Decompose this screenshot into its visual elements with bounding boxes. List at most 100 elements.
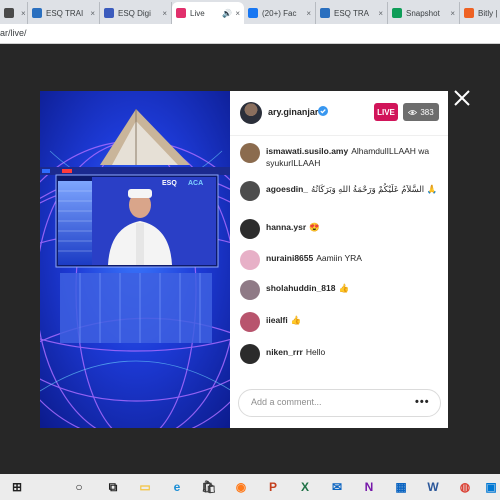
live-video-frame [40, 91, 232, 428]
live-header: ary.ginanjar LIVE 383 [230, 91, 448, 136]
browser-tab[interactable]: Snapshot × [388, 2, 460, 24]
tab-favicon-icon [320, 8, 330, 18]
eye-icon [408, 109, 418, 115]
tab-close-icon[interactable]: × [21, 9, 26, 18]
comment-text: السَّلاَمُ عَلَيْكُمْ وَرَحْمَةُ اللهِ و… [311, 184, 438, 194]
comment-username[interactable]: sholahuddin_818 [266, 283, 335, 293]
close-icon[interactable] [452, 88, 472, 108]
chrome-icon[interactable]: ◍ [456, 478, 474, 496]
comment-avatar[interactable] [240, 280, 260, 300]
firefox-icon-glyph: ◉ [235, 480, 247, 494]
tab-audio-icon[interactable]: 🔊 [222, 9, 232, 18]
tab-close-icon[interactable]: × [235, 9, 240, 18]
comment-avatar[interactable] [240, 143, 260, 163]
comment-avatar[interactable] [240, 219, 260, 239]
tab-close-icon[interactable]: × [162, 9, 167, 18]
browser-tab-strip: × ESQ TRAI × ESQ Digi × Live 🔊 × (20+) Fac × ESQ T… [0, 0, 500, 24]
more-options-button[interactable]: ••• [415, 396, 430, 408]
browser-tab[interactable]: × [0, 2, 28, 24]
comment-avatar[interactable] [240, 344, 260, 364]
host-username[interactable]: ary.ginanjar [268, 107, 318, 117]
comment-avatar[interactable] [240, 181, 260, 201]
onenote-icon[interactable]: N [360, 478, 378, 496]
comment-username[interactable]: agoesdin_ [266, 184, 308, 194]
browser-tab[interactable]: ESQ Digi × [100, 2, 172, 24]
comment-body: niken_rrr Hello [266, 346, 442, 358]
address-bar[interactable]: ar/live/ [0, 24, 500, 44]
comment-body: sholahuddin_818 👍 [266, 282, 442, 294]
tab-title: ESQ Digi [118, 8, 151, 18]
comment-text: 👍 [290, 315, 302, 325]
task-view-icon-glyph: ⧉ [108, 479, 118, 494]
live-badge: LIVE [374, 103, 398, 121]
task-view-icon[interactable]: ⧉ [104, 478, 122, 496]
tab-close-icon[interactable]: × [306, 9, 311, 18]
start-icon[interactable]: ⊞ [8, 478, 26, 496]
comment-text: 😍 [309, 222, 320, 232]
browser-tab[interactable]: Bitly | Lin× [460, 2, 500, 24]
windows-taskbar: ⊞ ○ ⧉ ▭ e 🛍 ◉ P X ✉ N ▦ W ◍ ▣ [0, 474, 500, 500]
calendar-icon-glyph: ▦ [395, 480, 407, 494]
comment-username[interactable]: iiealfi [266, 315, 288, 325]
screen-logo-aca: ACA [188, 180, 204, 187]
file-explorer-icon-glyph: ▭ [139, 480, 151, 494]
verified-badge-icon [318, 106, 328, 116]
store-icon[interactable]: 🛍 [200, 478, 218, 496]
live-comments-panel: ary.ginanjar LIVE 383 ismawati.susilo.am… [230, 91, 448, 428]
tab-favicon-icon [4, 8, 14, 18]
browser-tab[interactable]: ESQ TRA × [316, 2, 388, 24]
browser-tab[interactable]: Live 🔊 × [172, 2, 244, 24]
onenote-icon-glyph: N [364, 480, 374, 494]
powerpoint-icon[interactable]: P [264, 478, 282, 496]
comment-username[interactable]: nuraini8655 [266, 253, 313, 263]
excel-icon[interactable]: X [296, 478, 314, 496]
comment-body: iiealfi 👍 [266, 314, 442, 326]
edge-icon[interactable]: e [168, 478, 186, 496]
mail-icon[interactable]: ✉ [328, 478, 346, 496]
comment-body: nuraini8655 Aamiin YRA [266, 252, 442, 264]
screen-logo-esq: ESQ [162, 180, 177, 187]
comment-username[interactable]: ismawati.susilo.amy [266, 146, 348, 156]
firefox-icon[interactable]: ◉ [232, 478, 250, 496]
start-icon-glyph: ⊞ [11, 480, 23, 494]
word-icon-glyph: W [427, 480, 439, 494]
host-avatar[interactable] [240, 102, 262, 124]
tab-favicon-icon [392, 8, 402, 18]
comment-avatar[interactable] [240, 312, 260, 332]
tab-title: Snapshot [406, 8, 440, 18]
excel-icon-glyph: X [300, 480, 309, 494]
file-explorer-icon[interactable]: ▭ [136, 478, 154, 496]
comment-input[interactable] [251, 397, 401, 407]
comment-box[interactable]: ••• [238, 389, 441, 417]
comment-text: Hello [305, 347, 326, 357]
photos-icon[interactable]: ▣ [482, 478, 500, 496]
browser-tab[interactable]: ESQ TRAI × [28, 2, 100, 24]
url-text[interactable]: ar/live/ [0, 28, 27, 38]
comment-username[interactable]: niken_rrr [266, 347, 303, 357]
powerpoint-icon-glyph: P [268, 480, 277, 494]
calendar-icon[interactable]: ▦ [392, 478, 410, 496]
tab-favicon-icon [176, 8, 186, 18]
comment-body: hanna.ysr 😍 [266, 221, 442, 233]
tab-favicon-icon [248, 8, 258, 18]
tab-title: Live [190, 8, 205, 18]
browser-tab[interactable]: (20+) Fac × [244, 2, 316, 24]
comment-body: agoesdin_ السَّلاَمُ عَلَيْكُمْ وَرَحْمَة… [266, 183, 442, 195]
comment-username[interactable]: hanna.ysr [266, 222, 306, 232]
comment-body: ismawati.susilo.amy AlhamdulILLAAH wa syu… [266, 145, 442, 169]
mail-icon-glyph: ✉ [331, 480, 343, 494]
edge-icon-glyph: e [173, 480, 181, 494]
comment-avatar[interactable] [240, 250, 260, 270]
viewer-count: 383 [403, 103, 439, 121]
search-icon[interactable]: ○ [70, 478, 88, 496]
word-icon[interactable]: W [424, 478, 442, 496]
tab-title: ESQ TRA [334, 8, 369, 18]
tab-close-icon[interactable]: × [90, 9, 95, 18]
chrome-icon-glyph: ◍ [459, 480, 471, 494]
store-icon-glyph: 🛍 [201, 480, 217, 494]
photos-icon-glyph: ▣ [485, 480, 497, 494]
tab-favicon-icon [32, 8, 42, 18]
tab-close-icon[interactable]: × [450, 9, 455, 18]
live-video[interactable]: ESQ ACA [40, 91, 232, 428]
tab-close-icon[interactable]: × [378, 9, 383, 18]
